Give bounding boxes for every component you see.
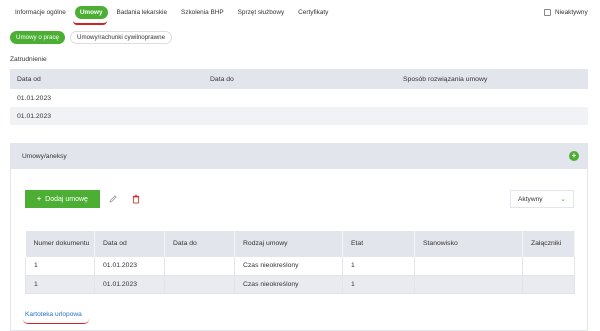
table-cell: 01.01.2023: [94, 275, 165, 294]
tab-contracts-label: Umowy: [79, 9, 103, 16]
table-cell: [396, 89, 588, 107]
red-annotation-underline: [72, 21, 107, 25]
leave-card-link-label: Kartoteka urlopowa: [25, 311, 82, 318]
table-cell: [522, 257, 575, 276]
employment-section-title: Zatrudnienie: [10, 56, 47, 63]
column-header: Etat: [342, 231, 415, 257]
tab-contracts[interactable]: Umowy: [72, 6, 108, 25]
tab-safety-training[interactable]: Szkolenia BHP: [176, 6, 229, 19]
column-header: Stanowisko: [414, 231, 523, 257]
table-row[interactable]: 01.01.2023: [10, 107, 588, 125]
add-contract-label: Dodaj umowę: [45, 195, 88, 203]
table-cell: [203, 107, 396, 125]
table-cell: 1: [25, 275, 95, 294]
table-cell: 01.01.2023: [10, 107, 203, 125]
tab-company-equipment[interactable]: Sprzęt służbowy: [233, 6, 290, 19]
edit-pencil-icon[interactable]: [105, 191, 121, 207]
inactive-filter[interactable]: Nieaktywny: [544, 9, 588, 16]
table-cell: 1: [342, 257, 415, 276]
column-header: Rodzaj umowy: [234, 231, 343, 257]
column-header: Sposób rozwiązania umowy: [396, 69, 588, 89]
column-header: Data do: [203, 69, 396, 89]
table-cell: [203, 89, 396, 107]
subtab-civil-contracts[interactable]: Umowy/rachunki cywilnoprawne: [69, 31, 173, 44]
table-cell: 1: [25, 257, 95, 276]
table-cell: [414, 275, 523, 294]
add-contract-button[interactable]: + Dodaj umowę: [25, 190, 100, 208]
status-select[interactable]: Aktywny ⌄: [510, 190, 574, 208]
tab-medical-exams[interactable]: Badania lekarskie: [112, 6, 172, 19]
contracts-table: Numer dokumentu Data od Data do Rodzaj u…: [25, 231, 575, 294]
table-row[interactable]: 1 01.01.2023 Czas nieokreślony 1: [25, 275, 575, 294]
delete-trash-icon[interactable]: [128, 191, 144, 207]
table-cell: [396, 107, 588, 125]
table-cell: [164, 257, 235, 276]
column-header: Data od: [10, 69, 203, 89]
subtab-employment-contracts[interactable]: Umowy o pracę: [10, 31, 65, 44]
table-cell: 1: [342, 275, 415, 294]
contract-subtabs: Umowy o pracę Umowy/rachunki cywilnopraw…: [10, 31, 177, 44]
main-tabs: Informacje ogólne Umowy Badania lekarski…: [10, 6, 337, 25]
table-row[interactable]: 01.01.2023: [10, 89, 588, 107]
column-header: Numer dokumentu: [25, 231, 95, 257]
inactive-checkbox[interactable]: [544, 9, 551, 16]
table-cell: [522, 275, 575, 294]
table-cell: [414, 257, 523, 276]
column-header: Data od: [94, 231, 165, 257]
plus-icon: +: [37, 195, 42, 203]
red-annotation-underline: [23, 319, 89, 324]
collapse-plus-icon[interactable]: +: [569, 151, 579, 161]
table-cell: 01.01.2023: [17, 94, 52, 102]
tab-certificates[interactable]: Certyfikaty: [293, 6, 333, 19]
contracts-panel-header: Umowy/aneksy +: [11, 143, 587, 169]
employment-table: Data od Data do Sposób rozwiązania umowy…: [10, 69, 588, 125]
column-header: Data do: [164, 231, 235, 257]
contracts-panel-title: Umowy/aneksy: [22, 152, 67, 160]
table-cell: 01.01.2023: [94, 257, 165, 276]
chevron-down-icon: ⌄: [560, 196, 566, 203]
table-cell: Czas nieokreślony: [234, 275, 343, 294]
table-cell: Czas nieokreślony: [234, 257, 343, 276]
column-header: Załączniki: [522, 231, 575, 257]
status-select-value: Aktywny: [518, 195, 543, 203]
table-cell: [164, 275, 235, 294]
table-row[interactable]: 1 01.01.2023 Czas nieokreślony 1: [25, 257, 575, 276]
inactive-label: Nieaktywny: [555, 9, 588, 16]
leave-card-link[interactable]: Kartoteka urlopowa: [23, 311, 89, 324]
tab-general-info[interactable]: Informacje ogólne: [10, 6, 71, 19]
